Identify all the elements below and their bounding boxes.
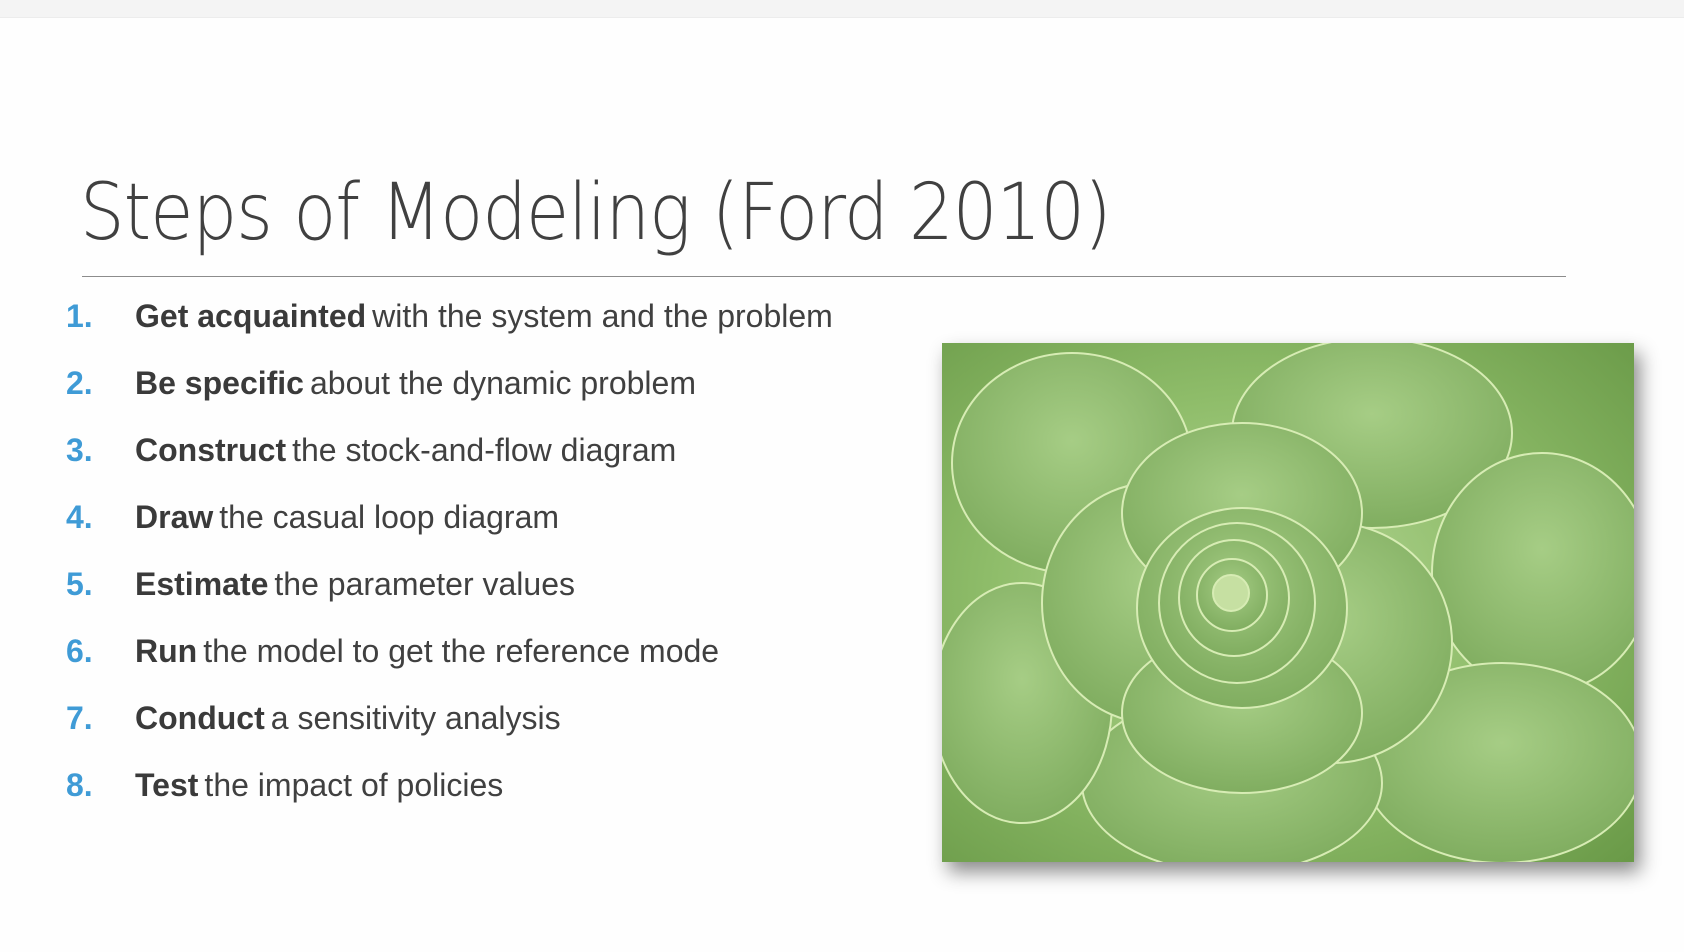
title-divider [82,276,1566,277]
step-text: with the system and the problem [372,298,833,334]
list-item: 3. Construct the stock-and-flow diagram [66,432,833,499]
step-number: 3. [66,432,93,468]
step-number: 4. [66,499,93,535]
step-keyword: Estimate [135,566,269,602]
step-keyword: Draw [135,499,214,535]
step-keyword: Be specific [135,365,304,401]
step-text: the parameter values [274,566,575,602]
step-keyword: Conduct [135,700,265,736]
step-number: 7. [66,700,93,736]
slide-title: Steps of Modeling (Ford 2010) [80,168,1111,258]
step-keyword: Construct [135,432,287,468]
list-item: 8. Test the impact of policies [66,767,833,834]
succulent-photo [942,343,1634,862]
step-text: the model to get the reference mode [203,633,720,669]
succulent-image [942,343,1634,862]
step-keyword: Test [135,767,199,803]
step-keyword: Get acquainted [135,298,367,334]
list-item: 4. Draw the casual loop diagram [66,499,833,566]
step-text: a sensitivity analysis [270,700,561,736]
step-keyword: Run [135,633,198,669]
step-number: 2. [66,365,93,401]
list-item: 7. Conduct a sensitivity analysis [66,700,833,767]
step-number: 1. [66,298,93,334]
list-item: 2. Be specific about the dynamic problem [66,365,833,432]
step-number: 5. [66,566,93,602]
steps-list: 1. Get acquainted with the system and the … [66,298,833,834]
list-item: 1. Get acquainted with the system and the … [66,298,833,365]
step-number: 8. [66,767,93,803]
step-number: 6. [66,633,93,669]
step-text: the casual loop diagram [219,499,560,535]
step-text: the impact of policies [204,767,504,803]
list-item: 6. Run the model to get the reference mode [66,633,833,700]
top-bar [0,0,1684,18]
step-text: the stock-and-flow diagram [292,432,677,468]
list-item: 5. Estimate the parameter values [66,566,833,633]
step-text: about the dynamic problem [309,365,696,401]
